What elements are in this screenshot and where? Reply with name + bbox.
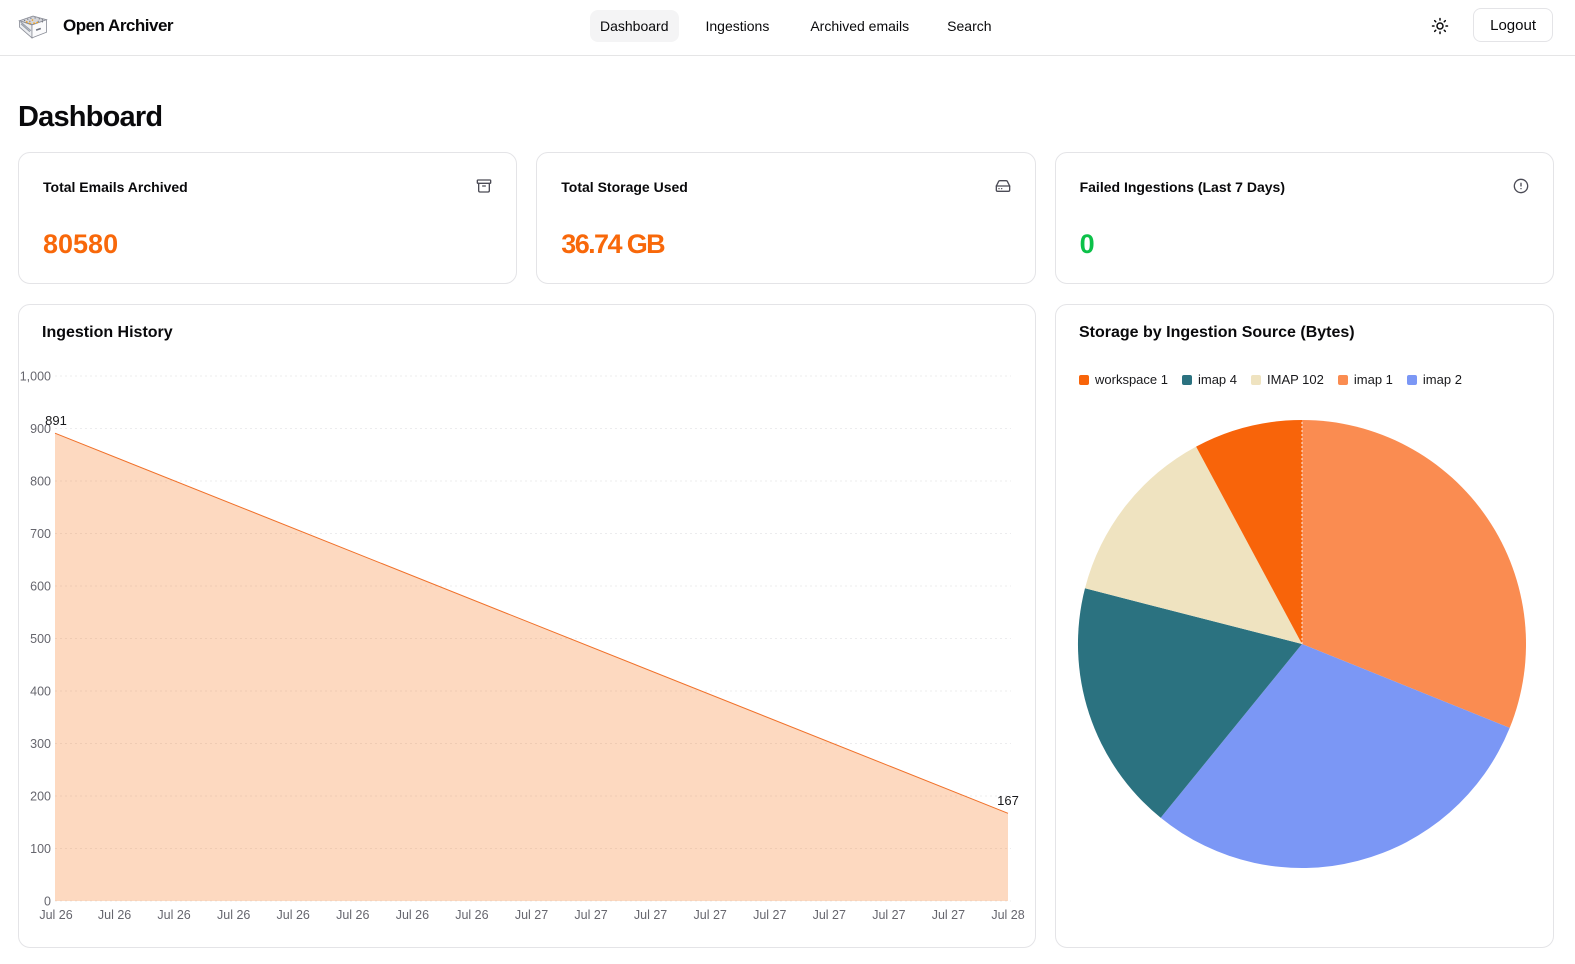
svg-text:Jul 27: Jul 27 <box>872 908 905 922</box>
svg-text:Jul 27: Jul 27 <box>515 908 548 922</box>
svg-text:Jul 27: Jul 27 <box>634 908 667 922</box>
svg-text:Jul 26: Jul 26 <box>336 908 369 922</box>
svg-text:Jul 26: Jul 26 <box>455 908 488 922</box>
svg-text:167: 167 <box>997 793 1019 808</box>
svg-text:500: 500 <box>30 632 51 646</box>
svg-text:800: 800 <box>30 475 51 489</box>
svg-text:Jul 27: Jul 27 <box>813 908 846 922</box>
svg-text:100: 100 <box>30 842 51 856</box>
svg-text:Jul 27: Jul 27 <box>753 908 786 922</box>
svg-text:891: 891 <box>45 413 67 428</box>
svg-text:600: 600 <box>30 580 51 594</box>
svg-text:700: 700 <box>30 527 51 541</box>
svg-text:0: 0 <box>44 895 51 909</box>
svg-text:Jul 28: Jul 28 <box>991 908 1024 922</box>
svg-text:300: 300 <box>30 737 51 751</box>
svg-text:Jul 26: Jul 26 <box>98 908 131 922</box>
svg-text:400: 400 <box>30 685 51 699</box>
svg-text:Jul 27: Jul 27 <box>574 908 607 922</box>
svg-text:Jul 26: Jul 26 <box>217 908 250 922</box>
svg-text:Jul 26: Jul 26 <box>39 908 72 922</box>
svg-text:Jul 27: Jul 27 <box>694 908 727 922</box>
svg-text:1,000: 1,000 <box>20 370 51 384</box>
svg-text:Jul 27: Jul 27 <box>932 908 965 922</box>
svg-text:200: 200 <box>30 790 51 804</box>
svg-text:Jul 26: Jul 26 <box>277 908 310 922</box>
svg-text:Jul 26: Jul 26 <box>396 908 429 922</box>
svg-text:Jul 26: Jul 26 <box>157 908 190 922</box>
